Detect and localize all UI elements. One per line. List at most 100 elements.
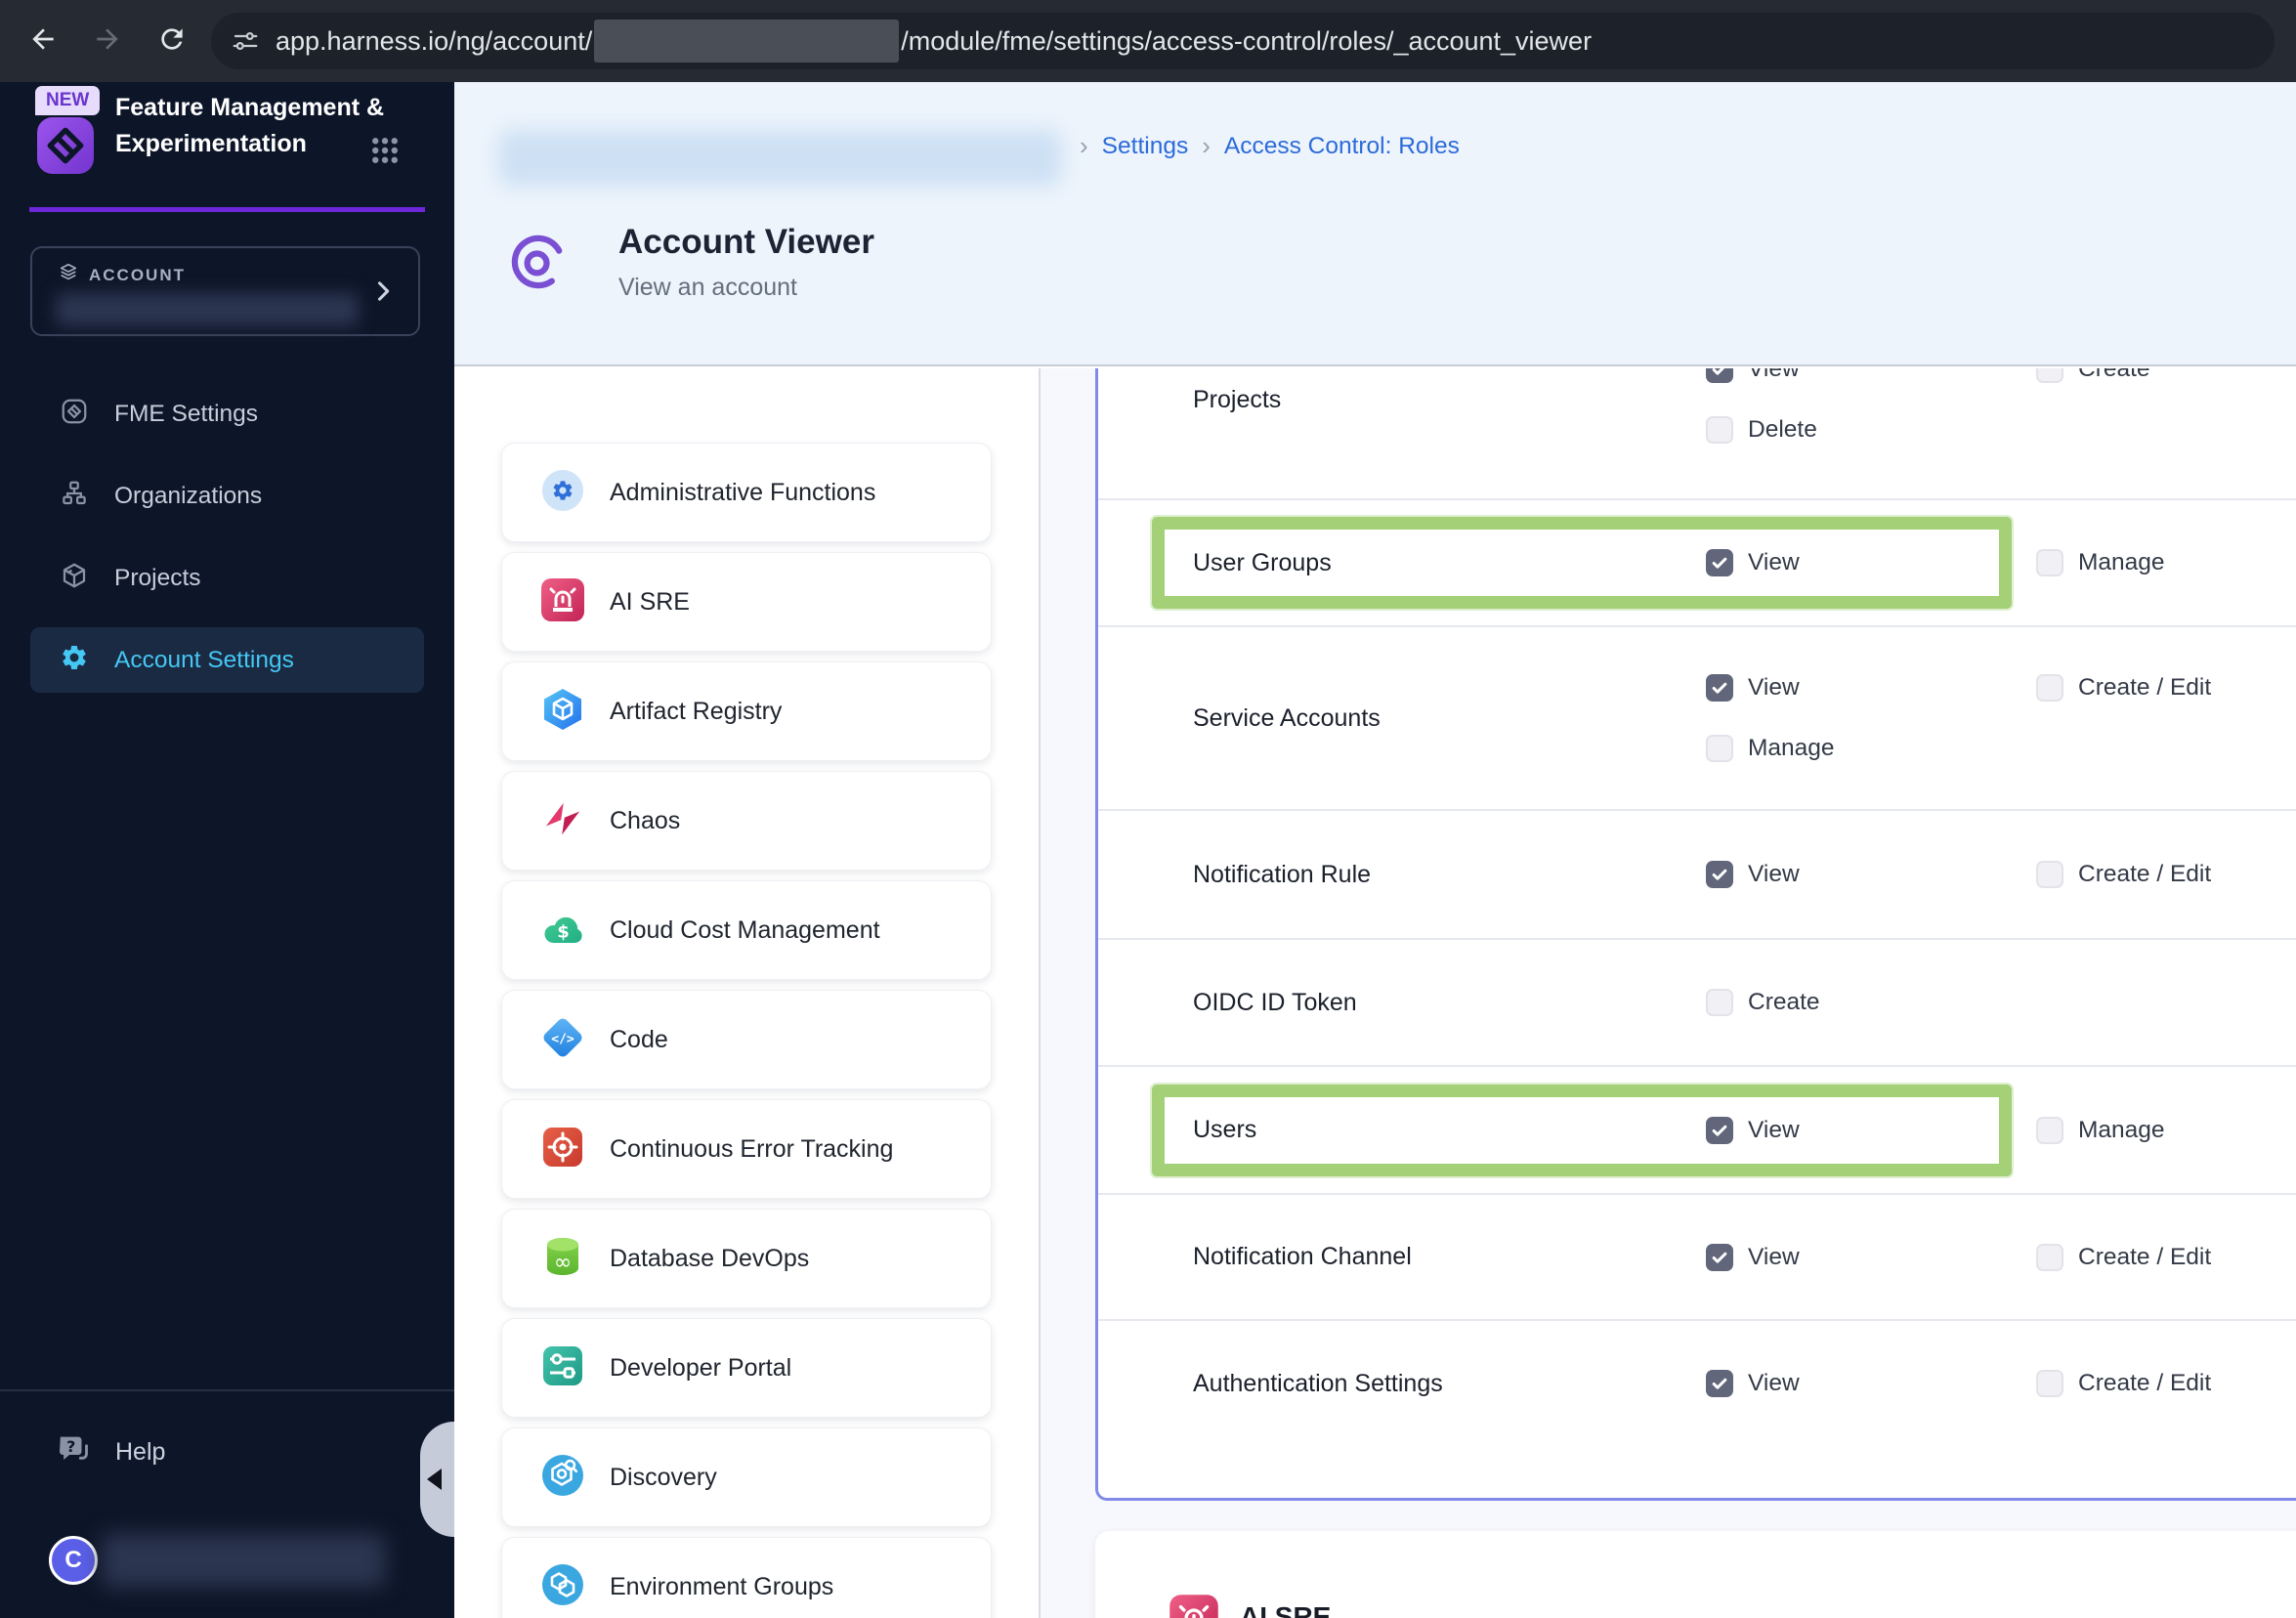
resource-label: Notification Rule (1193, 860, 1372, 888)
module-grid-icon[interactable] (369, 135, 401, 166)
module-card-continuous-error-tracking[interactable]: Continuous Error Tracking (501, 1099, 992, 1199)
permissions-area: Projects View Create Delete User Groups View M… (1041, 368, 2296, 1618)
discovery-icon (539, 1452, 586, 1504)
sidebar-item-fme-settings[interactable]: FME Settings (30, 381, 424, 447)
breadcrumb-root-redacted (498, 130, 1062, 186)
permission-label: Manage (2078, 1116, 2165, 1143)
checkbox-unchecked[interactable] (2036, 549, 2063, 576)
permission-label: Create / Edit (2078, 1243, 2212, 1270)
module-card-ai-sre[interactable]: AI SRE (501, 552, 992, 652)
permission-label: Manage (1748, 735, 1835, 761)
module-label: Cloud Cost Management (610, 915, 880, 944)
svg-text:$: $ (557, 921, 570, 942)
account-name-redacted (56, 293, 359, 326)
permission-label: View (1748, 861, 1800, 887)
checkbox-checked[interactable] (1706, 861, 1733, 888)
user-avatar[interactable]: C (49, 1536, 98, 1585)
checkbox-unchecked[interactable] (1706, 416, 1733, 444)
sidebar-divider (0, 1389, 454, 1391)
resource-label: Authentication Settings (1193, 1369, 1443, 1397)
permission-label: View (1748, 1243, 1800, 1270)
sidebar-item-label: Organizations (114, 482, 263, 509)
sidebar-item-label: Account Settings (114, 646, 294, 673)
permission-view: View (1706, 549, 2036, 576)
checkbox-unchecked[interactable] (2036, 1116, 2063, 1144)
artifact-registry-icon (539, 686, 586, 738)
checkbox-checked[interactable] (1706, 368, 1733, 383)
sidebar-item-projects[interactable]: Projects (30, 545, 424, 611)
module-label: Developer Portal (610, 1353, 792, 1382)
permission-label: Delete (1748, 416, 1817, 443)
module-card-discovery[interactable]: Discovery (501, 1427, 992, 1527)
sidebar-collapse-handle[interactable] (420, 1422, 454, 1537)
sidebar-item-account-settings[interactable]: Account Settings (30, 627, 424, 693)
permission-create-edit: Create / Edit (2036, 1370, 2296, 1397)
checkbox-checked[interactable] (1706, 1116, 1733, 1144)
address-bar[interactable]: app.harness.io/ng/account/ /module/fme/s… (211, 13, 2275, 69)
breadcrumb-separator: › (1202, 131, 1211, 160)
breadcrumb-link[interactable]: Access Control: Roles (1224, 133, 1460, 160)
chaos-icon (539, 795, 586, 847)
module-card-database-devops[interactable]: ∞ Database DevOps (501, 1209, 992, 1308)
checkbox-unchecked[interactable] (2036, 1370, 2063, 1397)
checkbox-checked[interactable] (1706, 1243, 1733, 1271)
module-label: Discovery (610, 1463, 717, 1491)
module-list: Administrative Functions AI SRE Artifact R… (501, 443, 992, 1618)
next-section-card: AI SRE (1095, 1531, 2296, 1618)
checkbox-checked[interactable] (1706, 549, 1733, 576)
checkbox-unchecked[interactable] (1706, 989, 1733, 1016)
module-card-environment-groups[interactable]: Environment Groups (501, 1537, 992, 1618)
permission-row-oidc-id-token: OIDC ID Token Create (1098, 938, 2296, 1065)
permission-row-user-groups: User Groups View Manage (1098, 498, 2296, 625)
checkbox-unchecked[interactable] (2036, 674, 2063, 702)
module-card-chaos[interactable]: Chaos (501, 771, 992, 871)
url-suffix: /module/fme/settings/access-control/role… (901, 25, 1593, 56)
environment-groups-icon (539, 1561, 586, 1613)
checkbox-unchecked[interactable] (2036, 861, 2063, 888)
permission-manage: Manage (2036, 1116, 2296, 1144)
organizations-icon (60, 479, 89, 513)
checkbox-checked[interactable] (1706, 674, 1733, 702)
help-button[interactable]: ? Help (55, 1430, 165, 1474)
resource-label: OIDC ID Token (1193, 988, 1357, 1016)
module-label: AI SRE (610, 587, 690, 616)
cloud-cost-management-icon: $ (539, 905, 586, 957)
brand-underline (29, 207, 425, 212)
resource-label: User Groups (1193, 548, 1332, 576)
checkbox-unchecked[interactable] (1706, 735, 1733, 762)
checkbox-unchecked[interactable] (2036, 368, 2063, 383)
next-section-title: AI SRE (1240, 1601, 1332, 1618)
permission-create-edit: Create / Edit (2036, 674, 2296, 702)
module-card-administrative-functions[interactable]: Administrative Functions (501, 443, 992, 542)
permission-label: View (1748, 368, 1800, 382)
site-settings-icon[interactable] (231, 26, 260, 56)
svg-text:∞: ∞ (554, 1251, 572, 1275)
back-button[interactable] (21, 20, 64, 63)
fme-logo-icon[interactable] (37, 117, 94, 174)
module-label: Database DevOps (610, 1244, 810, 1272)
account-selector[interactable]: ACCOUNT (30, 246, 420, 336)
permission-row-users: Users View Manage (1098, 1065, 2296, 1193)
resource-label: Notification Channel (1193, 1243, 1412, 1270)
permission-view: View (1706, 1370, 2036, 1397)
projects-icon (60, 561, 89, 595)
permission-row-projects: Projects View Create Delete (1098, 368, 2296, 498)
permission-label: View (1748, 674, 1800, 701)
checkbox-checked[interactable] (1706, 1370, 1733, 1397)
sidebar-item-organizations[interactable]: Organizations (30, 463, 424, 529)
browser-toolbar: app.harness.io/ng/account/ /module/fme/s… (0, 0, 2296, 82)
collapse-arrow-icon (427, 1469, 442, 1490)
forward-button[interactable] (86, 20, 129, 63)
module-card-artifact-registry[interactable]: Artifact Registry (501, 661, 992, 761)
permission-row-service-accounts: Service Accounts View Create / Edit Manage (1098, 625, 2296, 809)
permission-label: Create / Edit (2078, 861, 2212, 887)
continuous-error-tracking-icon (539, 1124, 586, 1175)
svg-text:?: ? (66, 1437, 75, 1456)
module-card-code[interactable]: </> Code (501, 990, 992, 1089)
module-card-developer-portal[interactable]: Developer Portal (501, 1318, 992, 1418)
module-card-cloud-cost-management[interactable]: $ Cloud Cost Management (501, 880, 992, 980)
reload-button[interactable] (150, 20, 193, 63)
checkbox-unchecked[interactable] (2036, 1243, 2063, 1271)
reload-icon (156, 23, 188, 60)
breadcrumb-link[interactable]: Settings (1102, 133, 1189, 160)
